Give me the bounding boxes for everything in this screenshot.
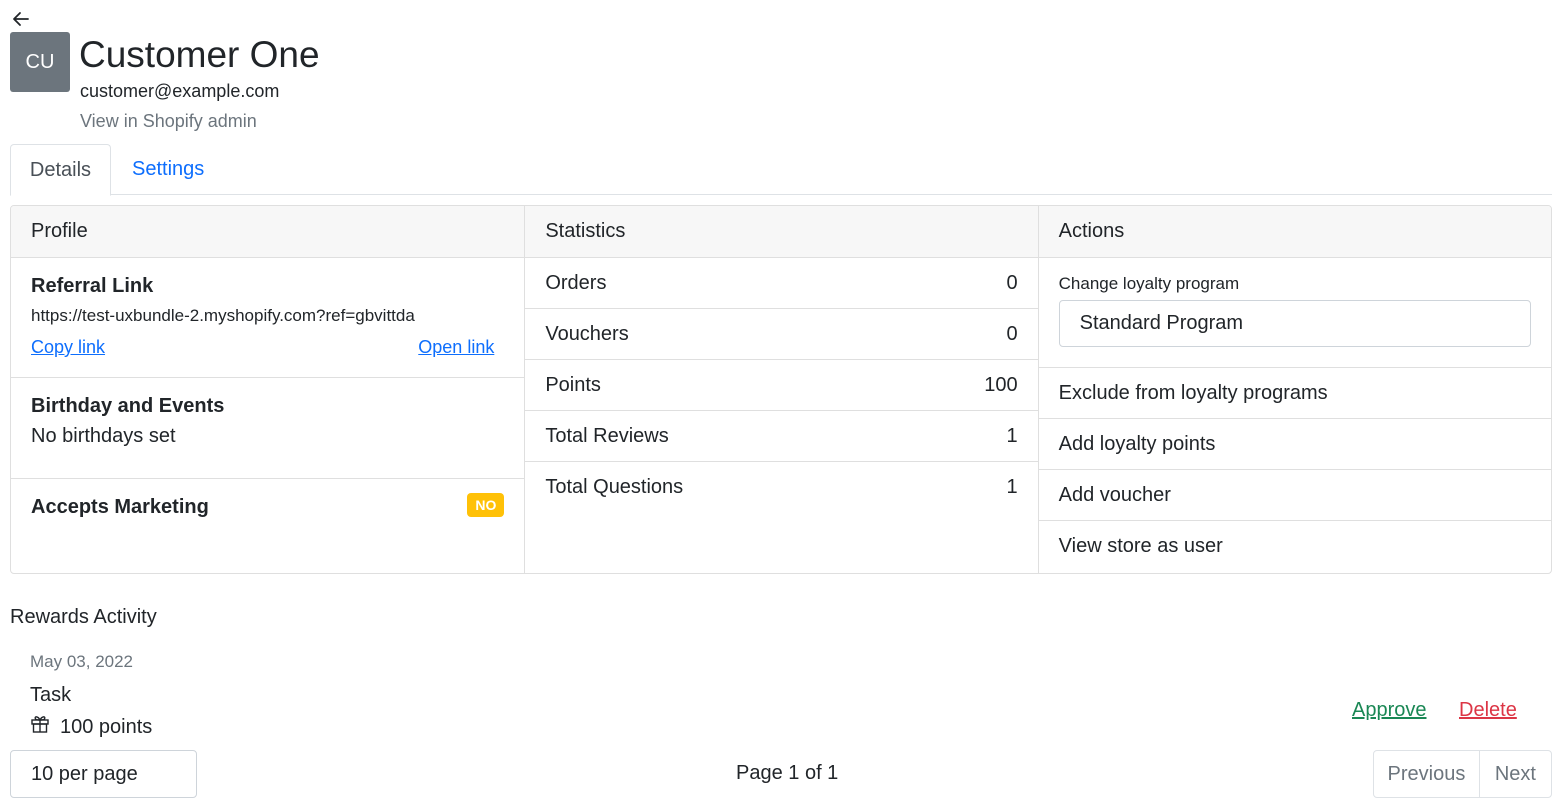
add-loyalty-points-button[interactable]: Add loyalty points — [1038, 418, 1551, 469]
approve-button[interactable]: Approve — [1352, 699, 1427, 722]
activity-date: May 03, 2022 — [30, 652, 134, 671]
stat-row-total-reviews: Total Reviews 1 — [525, 411, 1038, 462]
stat-row-orders: Orders 0 — [525, 258, 1038, 309]
activity-type: Task — [30, 684, 72, 706]
previous-button[interactable]: Previous — [1374, 751, 1480, 797]
stat-value: 1 — [1006, 476, 1018, 498]
page-indicator: Page 1 of 1 — [736, 762, 839, 784]
page-title: Customer One — [79, 34, 320, 75]
statistics-card: Statistics Orders 0 Vouchers 0 Points 10… — [524, 206, 1038, 573]
add-voucher-button[interactable]: Add voucher — [1038, 469, 1551, 520]
stat-label: Vouchers — [545, 322, 629, 345]
per-page-select[interactable]: 10 per page — [10, 750, 197, 798]
stat-value: 0 — [1006, 271, 1018, 294]
tab-settings[interactable]: Settings — [132, 144, 204, 195]
stat-label: Orders — [545, 271, 607, 294]
delete-button[interactable]: Delete — [1459, 699, 1517, 722]
profile-card: Profile Referral Link https://test-uxbun… — [11, 206, 525, 573]
stat-row-points: Points 100 — [525, 360, 1038, 411]
stat-label: Points — [545, 373, 601, 396]
stat-label: Total Reviews — [545, 424, 669, 447]
stat-label: Total Questions — [545, 476, 684, 498]
activity-points: 100 points — [30, 714, 152, 740]
tab-bar: Details Settings — [10, 144, 1552, 196]
stat-row-total-questions: Total Questions 1 — [525, 462, 1037, 513]
avatar: CU — [10, 32, 70, 92]
rewards-activity-title: Rewards Activity — [10, 606, 157, 628]
points-text: 100 points — [60, 715, 153, 738]
customer-email: customer@example.com — [80, 81, 280, 101]
marketing-title: Accepts Marketing — [31, 496, 209, 518]
stat-value: 0 — [1006, 322, 1018, 345]
gift-icon — [30, 714, 50, 740]
referral-section: Referral Link https://test-uxbundle-2.my… — [11, 258, 525, 378]
customer-cards: Profile Referral Link https://test-uxbun… — [10, 205, 1552, 574]
profile-header: Profile — [11, 206, 525, 258]
status-badge: NO — [467, 493, 505, 517]
open-link-button[interactable]: Open link — [418, 332, 494, 362]
stat-row-vouchers: Vouchers 0 — [525, 309, 1038, 360]
copy-link-button[interactable]: Copy link — [31, 332, 105, 362]
actions-card: Actions Change loyalty program Standard … — [1037, 206, 1551, 573]
birthday-text: No birthdays set — [31, 425, 176, 447]
actions-header: Actions — [1038, 206, 1551, 258]
birthday-section: Birthday and Events No birthdays set — [11, 378, 525, 479]
loyalty-program-label: Change loyalty program — [1058, 274, 1240, 293]
birthday-title: Birthday and Events — [31, 395, 225, 417]
view-in-admin-link[interactable]: View in Shopify admin — [80, 110, 257, 132]
tab-details[interactable]: Details — [10, 144, 111, 196]
loyalty-program-select[interactable]: Standard Program — [1058, 300, 1531, 347]
marketing-section: Accepts Marketing NO — [11, 479, 524, 573]
exclude-loyalty-button[interactable]: Exclude from loyalty programs — [1038, 367, 1551, 418]
arrow-left-icon[interactable] — [10, 8, 32, 30]
stat-value: 1 — [1006, 424, 1018, 447]
next-button[interactable]: Next — [1480, 751, 1551, 797]
referral-url: https://test-uxbundle-2.myshopify.com?re… — [31, 306, 415, 325]
statistics-header: Statistics — [525, 206, 1038, 258]
stat-value: 100 — [984, 373, 1018, 396]
view-store-as-user-button[interactable]: View store as user — [1038, 520, 1551, 571]
pagination: Previous Next — [1373, 750, 1552, 798]
referral-title: Referral Link — [31, 275, 154, 297]
